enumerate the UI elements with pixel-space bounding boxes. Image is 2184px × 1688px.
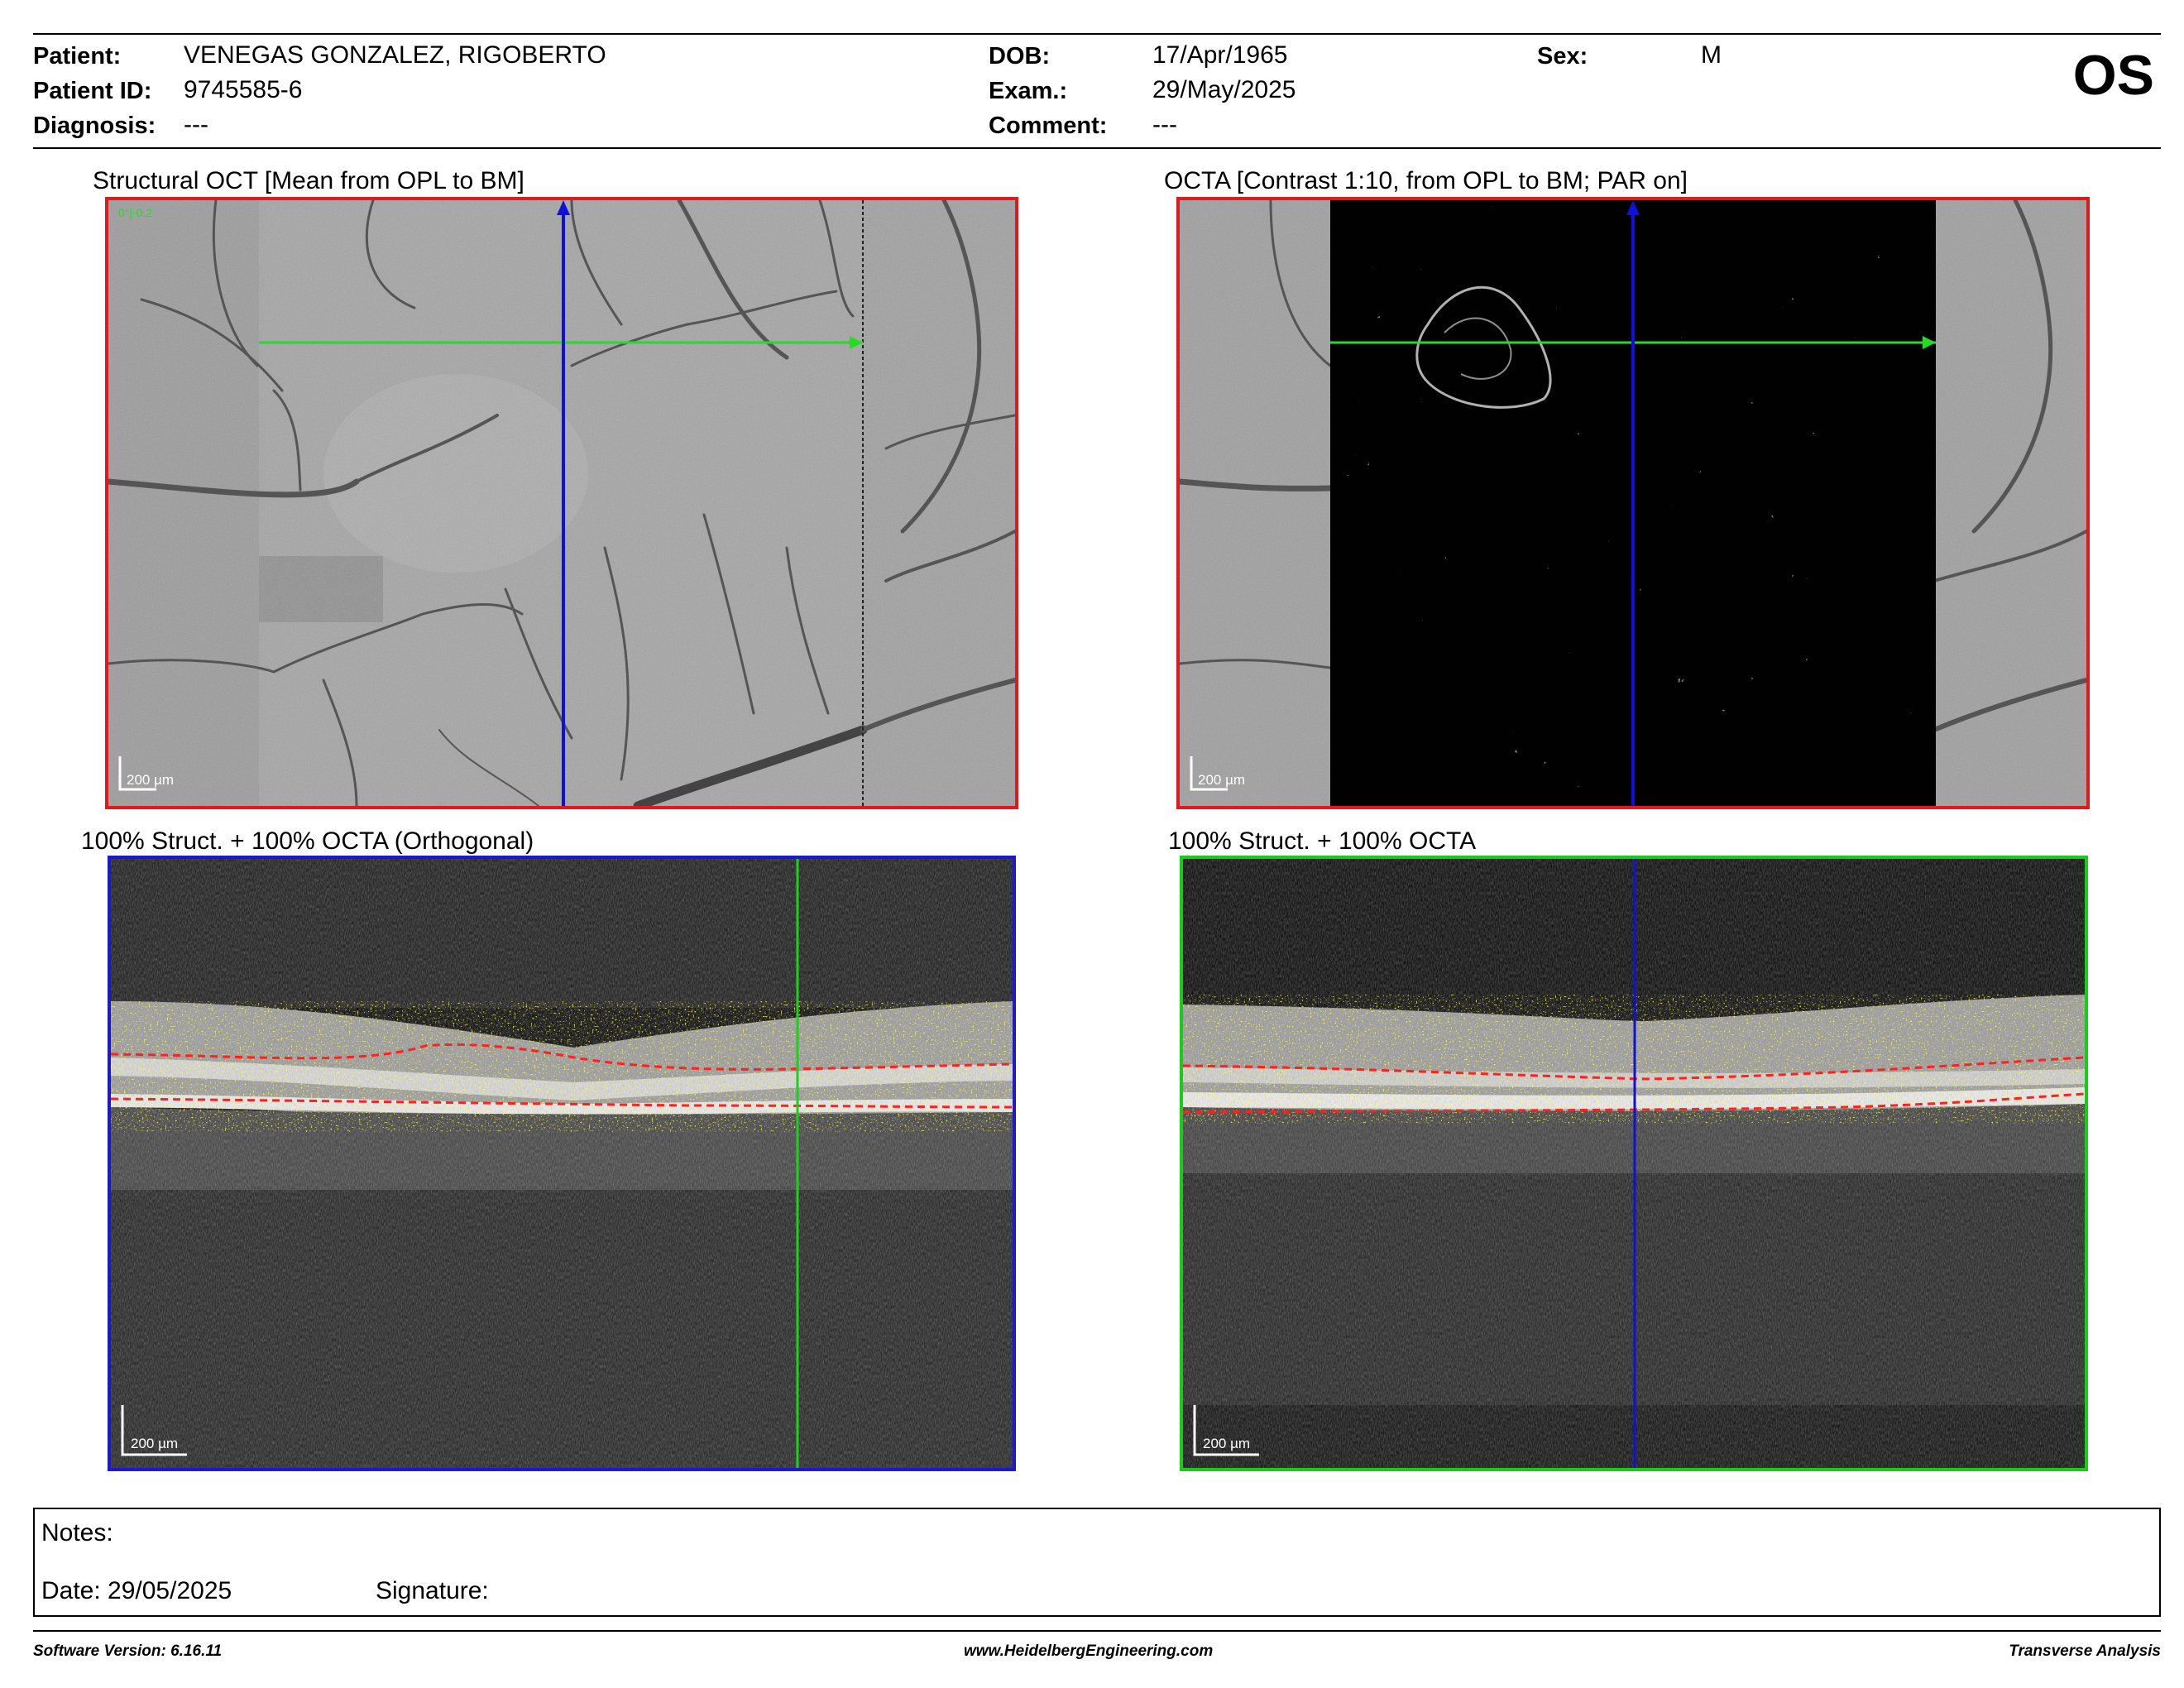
- bscan-title: 100% Struct. + 100% OCTA: [1168, 827, 1477, 855]
- notes-box[interactable]: Notes: Date: 29/05/2025 Signature:: [33, 1508, 2161, 1617]
- sex-label: Sex:: [1537, 43, 1588, 70]
- diagnosis-value: ---: [184, 111, 208, 138]
- dob-label: DOB:: [989, 43, 1051, 70]
- report-date: Date: 29/05/2025: [41, 1577, 232, 1604]
- signature-label: Signature:: [376, 1577, 489, 1604]
- scale-label: 200 µm: [131, 1436, 178, 1451]
- svg-text:0°|-0.2: 0°|-0.2: [118, 206, 152, 219]
- header-top-rule: [33, 33, 2161, 35]
- footer-rule: [33, 1630, 2161, 1632]
- dob-value: 17/Apr/1965: [1152, 41, 1288, 69]
- structural-oct-title: Structural OCT [Mean from OPL to BM]: [93, 167, 524, 194]
- exam-value: 29/May/2025: [1152, 76, 1296, 103]
- patient-id: 9745585-6: [184, 76, 303, 103]
- diagnosis-label: Diagnosis:: [33, 113, 156, 139]
- comment-value: ---: [1152, 111, 1177, 138]
- exam-label: Exam.:: [989, 78, 1068, 104]
- software-version: Software Version: 6.16.11: [33, 1642, 223, 1660]
- octa-image[interactable]: 200 µm: [1176, 197, 2090, 809]
- patient-id-label: Patient ID:: [33, 78, 152, 104]
- orthogonal-bscan-title: 100% Struct. + 100% OCTA (Orthogonal): [81, 827, 534, 855]
- orthogonal-bscan-image[interactable]: 200 µm: [108, 856, 1016, 1471]
- sex-value: M: [1701, 41, 1722, 69]
- patient-label: Patient:: [33, 43, 122, 70]
- eye-indicator: OS: [2072, 44, 2154, 107]
- header-bottom-rule: [33, 147, 2161, 149]
- comment-label: Comment:: [989, 113, 1108, 139]
- bscan-image[interactable]: 200 µm: [1180, 856, 2088, 1471]
- scale-label: 200 µm: [1203, 1436, 1250, 1451]
- notes-label: Notes:: [41, 1519, 113, 1547]
- structural-oct-image[interactable]: 0°|-0.2 200 µm: [105, 197, 1018, 809]
- analysis-type: Transverse Analysis: [2009, 1642, 2161, 1660]
- octa-title: OCTA [Contrast 1:10, from OPL to BM; PAR…: [1164, 167, 1688, 194]
- scale-label: 200 µm: [127, 772, 174, 788]
- scale-label: 200 µm: [1198, 772, 1245, 788]
- patient-name: VENEGAS GONZALEZ, RIGOBERTO: [184, 41, 606, 69]
- website-link[interactable]: www.HeidelbergEngineering.com: [964, 1642, 1213, 1661]
